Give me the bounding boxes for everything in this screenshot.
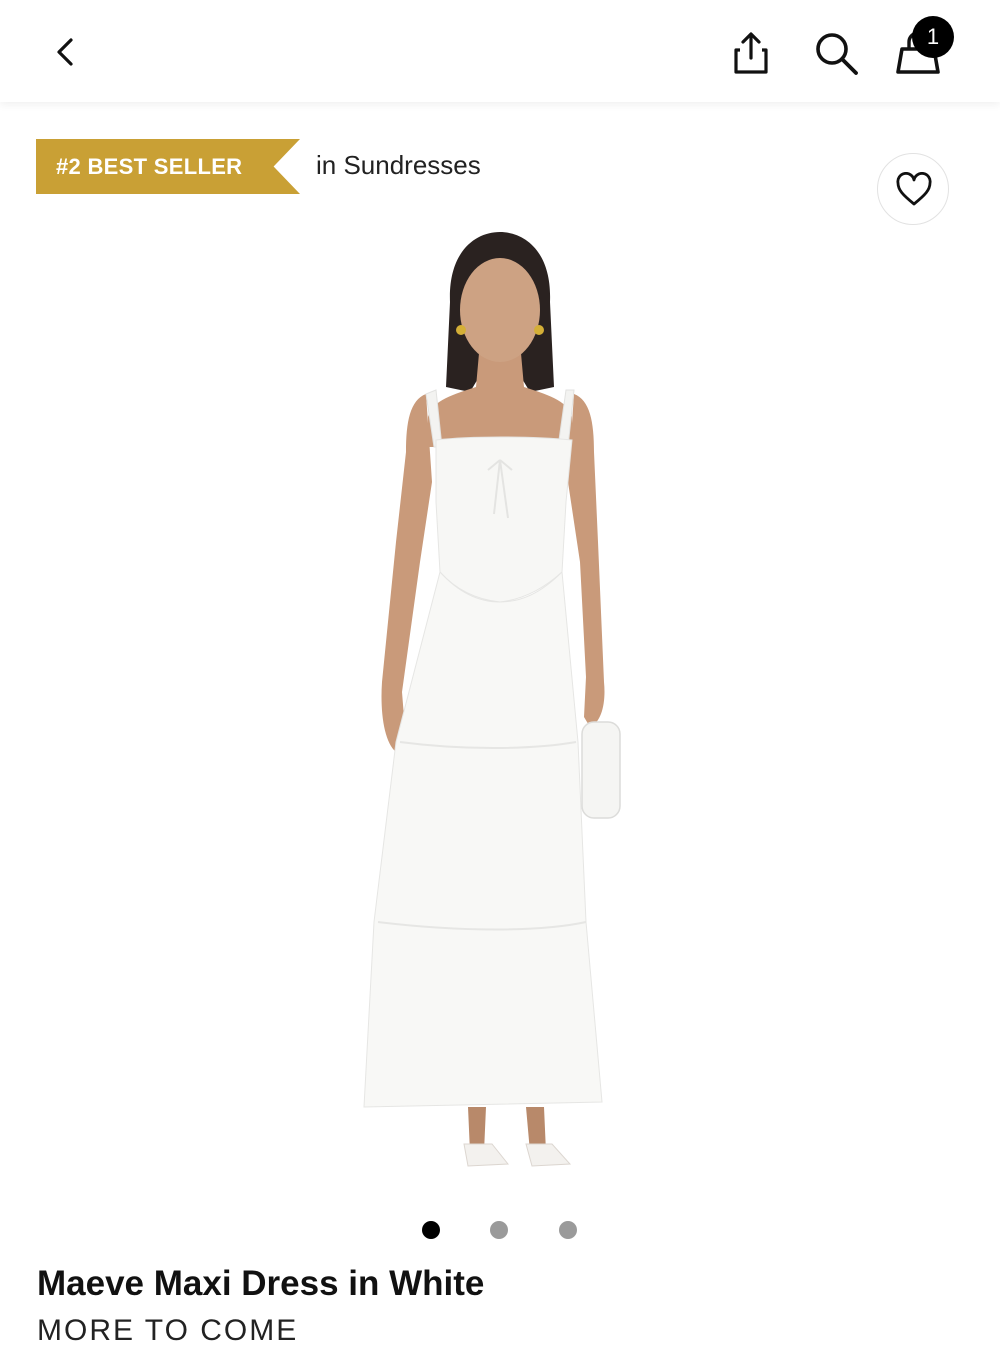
pagination-dot[interactable] xyxy=(490,1221,508,1239)
best-seller-badge: #2 BEST SELLER xyxy=(36,139,300,194)
cart-button[interactable]: 1 xyxy=(890,16,960,80)
search-icon xyxy=(816,33,858,75)
best-seller-rank: #2 BEST SELLER xyxy=(56,154,243,179)
search-button[interactable] xyxy=(810,28,862,80)
dress-bodice xyxy=(435,436,573,603)
model-face xyxy=(460,258,540,362)
handbag xyxy=(581,721,621,819)
brand-link[interactable]: MORE TO COME xyxy=(37,1314,298,1348)
top-nav-bar: 1 xyxy=(0,0,1000,102)
model-earring-left xyxy=(456,325,466,335)
product-title: Maeve Maxi Dress in White xyxy=(37,1264,485,1303)
best-seller-category: in Sundresses xyxy=(316,150,481,180)
model-earring-right xyxy=(534,325,544,335)
wishlist-button[interactable] xyxy=(877,153,949,225)
share-button[interactable] xyxy=(726,28,776,78)
shoe-left xyxy=(463,1143,510,1167)
model-right-arm xyxy=(568,394,605,727)
heart-icon xyxy=(896,172,932,206)
share-icon xyxy=(734,32,768,74)
chevron-left-icon xyxy=(57,38,73,66)
product-image[interactable] xyxy=(340,222,660,1207)
pagination-dot[interactable] xyxy=(559,1221,577,1239)
back-button[interactable] xyxy=(44,30,84,74)
pagination-dot[interactable] xyxy=(422,1221,440,1239)
shoe-right xyxy=(525,1143,572,1167)
cart-count-badge: 1 xyxy=(912,16,954,58)
